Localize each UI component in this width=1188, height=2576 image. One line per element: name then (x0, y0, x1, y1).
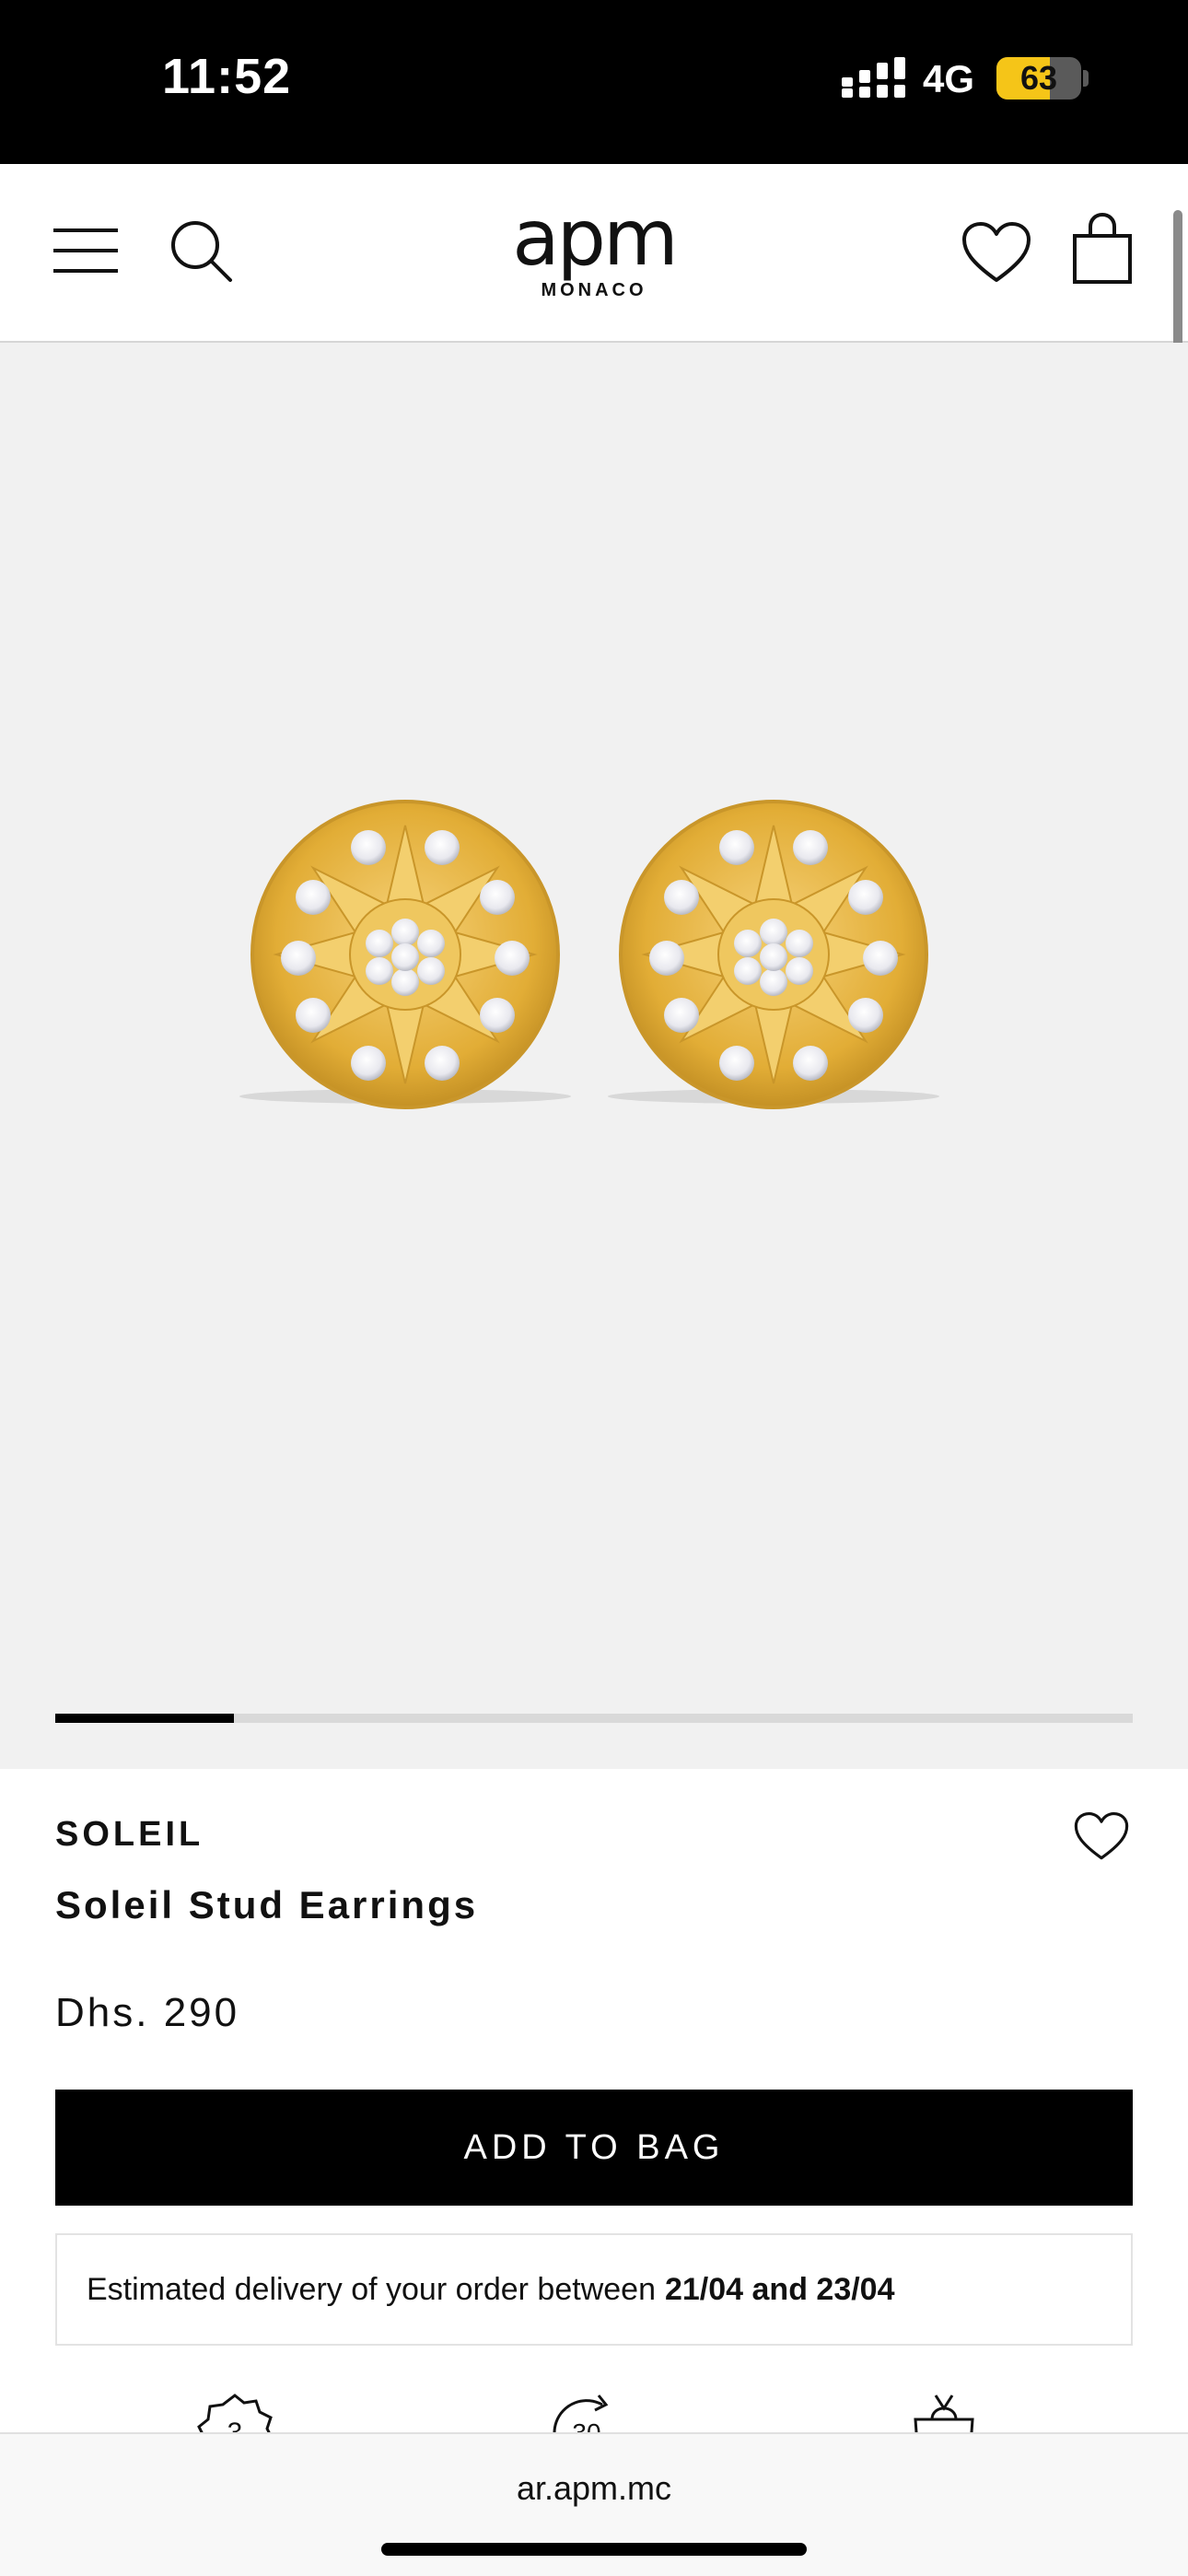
hamburger-menu-icon (53, 228, 118, 273)
earring-left (250, 800, 560, 1109)
bag-button[interactable] (1072, 212, 1133, 286)
earring-right (619, 800, 928, 1109)
gallery-progress-fill (55, 1714, 235, 1723)
search-button[interactable] (168, 217, 234, 284)
status-bar: 11:52 4G 63 (0, 0, 1188, 164)
url-text[interactable]: ar.apm.mc (0, 2469, 1188, 2508)
home-indicator[interactable] (381, 2543, 807, 2556)
browser-url-bar[interactable]: ar.apm.mc (0, 2432, 1188, 2576)
delivery-dates: 21/04 and 23/04 (664, 2271, 895, 2307)
add-to-wishlist-button[interactable] (1074, 1811, 1129, 1861)
battery-tip (1083, 70, 1089, 87)
gift-bag-icon (914, 2395, 974, 2434)
product-gallery[interactable] (0, 343, 1188, 1769)
gallery-progress-bar[interactable] (55, 1714, 1133, 1723)
network-type: 4G (923, 57, 975, 100)
delivery-text: Estimated delivery of your order between (87, 2271, 656, 2307)
add-to-bag-button[interactable]: ADD TO BAG (55, 2090, 1133, 2206)
menu-button[interactable] (53, 227, 118, 275)
product-price: Dhs. 290 (55, 1990, 240, 2035)
brand-logo[interactable]: apm MONACO (497, 199, 691, 310)
site-header: apm MONACO (0, 164, 1188, 343)
wishlist-button[interactable] (961, 221, 1031, 284)
battery-icon: 63 (996, 57, 1081, 100)
logo-wordmark: apm (512, 193, 679, 283)
search-icon (171, 221, 232, 282)
delivery-estimate: Estimated delivery of your order between… (55, 2233, 1133, 2346)
warranty-badge-icon: 3 (197, 2394, 273, 2434)
heart-icon (1074, 1811, 1129, 1860)
features-row: 3 30 (0, 2392, 1188, 2434)
shopping-bag-icon (1073, 212, 1132, 284)
battery-level: 63 (1019, 59, 1058, 97)
heart-icon (962, 222, 1031, 282)
signal-bars-icon (842, 57, 905, 98)
return-30-days-icon: 30 (553, 2395, 621, 2434)
product-collection[interactable]: SOLEIL (55, 1815, 204, 1855)
product-title: Soleil Stud Earrings (55, 1883, 479, 1926)
logo-subtitle: MONACO (541, 280, 647, 300)
product-image[interactable] (221, 794, 958, 1126)
status-time: 11:52 (162, 49, 292, 104)
